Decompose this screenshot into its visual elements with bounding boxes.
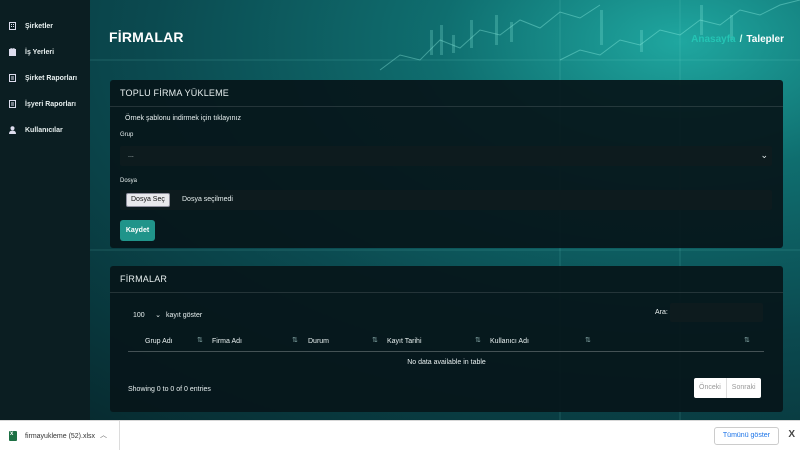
choose-file-button[interactable]: Dosya Seç bbox=[126, 193, 170, 207]
download-item[interactable]: firmayukleme (52).xlsx ︿ bbox=[0, 421, 120, 450]
chevron-down-icon: ⌄ bbox=[155, 312, 161, 319]
column-header-durum[interactable]: Durum bbox=[308, 338, 329, 345]
sidebar-item-label: İş Yerleri bbox=[25, 48, 55, 56]
sidebar-item-label: İşyeri Raporları bbox=[25, 100, 76, 108]
report-icon bbox=[9, 74, 16, 82]
save-button[interactable]: Kaydet bbox=[120, 220, 155, 241]
file-label: Dosya bbox=[120, 178, 138, 184]
report-icon bbox=[9, 100, 16, 108]
sidebar-item-is-yerleri[interactable]: İş Yerleri bbox=[0, 39, 90, 65]
breadcrumb-current: Talepler bbox=[746, 34, 784, 45]
column-header-kayit-tarihi[interactable]: Kayıt Tarihi bbox=[387, 338, 422, 345]
column-header-firma-adi[interactable]: Firma Adı bbox=[212, 338, 242, 345]
sidebar-item-isyeri-raporlari[interactable]: İşyeri Raporları bbox=[0, 91, 90, 117]
show-all-downloads-button[interactable]: Tümünü göster bbox=[713, 427, 779, 445]
card-title: TOPLU FİRMA YÜKLEME bbox=[110, 80, 783, 107]
template-download-link[interactable]: Örnek şablonu indirmek için tıklayınız bbox=[125, 115, 241, 122]
column-header-grup-adi[interactable]: Grup Adı bbox=[145, 338, 173, 345]
sidebar-item-label: Şirketler bbox=[25, 22, 54, 30]
sort-icon: ⇅ bbox=[475, 337, 481, 344]
sidebar-item-label: Şirket Raporları bbox=[25, 74, 78, 82]
companies-table-card: FİRMALAR 100 ⌄ kayıt göster Ara: Grup Ad… bbox=[110, 266, 783, 412]
sort-icon[interactable]: ⇅ bbox=[744, 336, 750, 344]
download-bar: firmayukleme (52).xlsx ︿ Tümünü göster X bbox=[0, 420, 800, 450]
page-length-select[interactable]: 100 ⌄ bbox=[130, 307, 164, 323]
pagination: Önceki Sonraki bbox=[694, 378, 761, 398]
bulk-upload-card: TOPLU FİRMA YÜKLEME Örnek şablonu indirm… bbox=[110, 80, 783, 248]
sidebar-item-sirketler[interactable]: Şirketler bbox=[0, 13, 90, 39]
sidebar: Şirketler İş Yerleri Şirket Raporları İş… bbox=[0, 0, 90, 420]
breadcrumb-separator: / bbox=[739, 34, 743, 45]
sort-icon: ⇅ bbox=[292, 337, 298, 344]
chevron-up-icon[interactable]: ︿ bbox=[100, 430, 107, 440]
breadcrumb-home-link[interactable]: Anasayfa bbox=[691, 34, 735, 45]
page-length-label: kayıt göster bbox=[166, 311, 203, 319]
table-info: Showing 0 to 0 of 0 entries bbox=[128, 386, 211, 393]
sort-icon: ⇅ bbox=[372, 337, 378, 344]
briefcase-icon bbox=[9, 47, 16, 56]
group-select-value: ... bbox=[128, 152, 134, 159]
search-input[interactable] bbox=[670, 303, 763, 322]
sort-icon: ⇅ bbox=[585, 337, 591, 344]
search-label: Ara: bbox=[655, 309, 668, 316]
page-length-value: 100 bbox=[133, 311, 145, 319]
table-header: Grup Adı ⇅ Firma Adı ⇅ Durum ⇅ Kayıt Tar… bbox=[128, 332, 764, 352]
sidebar-item-sirket-raporlari[interactable]: Şirket Raporları bbox=[0, 65, 90, 91]
building-icon bbox=[9, 22, 16, 30]
page-title: FİRMALAR bbox=[109, 29, 184, 45]
sidebar-item-label: Kullanıcılar bbox=[25, 126, 63, 134]
user-icon bbox=[9, 126, 16, 134]
column-header-kullanici-adi[interactable]: Kullanıcı Adı bbox=[490, 338, 529, 345]
previous-page-button[interactable]: Önceki bbox=[694, 378, 726, 398]
download-file-name: firmayukleme (52).xlsx bbox=[25, 432, 96, 440]
card-title: FİRMALAR bbox=[110, 266, 783, 293]
excel-file-icon bbox=[9, 431, 17, 441]
sidebar-item-kullanicilar[interactable]: Kullanıcılar bbox=[0, 117, 90, 143]
chevron-down-icon: ⌄ bbox=[760, 150, 768, 160]
group-select[interactable]: ... ⌄ bbox=[120, 146, 772, 166]
sort-icon: ⇅ bbox=[197, 337, 203, 344]
group-label: Grup bbox=[120, 132, 134, 138]
file-status: Dosya seçilmedi bbox=[182, 196, 233, 203]
close-download-bar-button[interactable]: X bbox=[788, 429, 795, 440]
next-page-button[interactable]: Sonraki bbox=[725, 378, 761, 398]
breadcrumb: Anasayfa / Talepler bbox=[691, 34, 784, 45]
file-input: Dosya Seç Dosya seçilmedi bbox=[120, 190, 772, 210]
empty-table-message: No data available in table bbox=[407, 359, 486, 366]
page-length-control: 100 ⌄ kayıt göster bbox=[130, 307, 202, 323]
